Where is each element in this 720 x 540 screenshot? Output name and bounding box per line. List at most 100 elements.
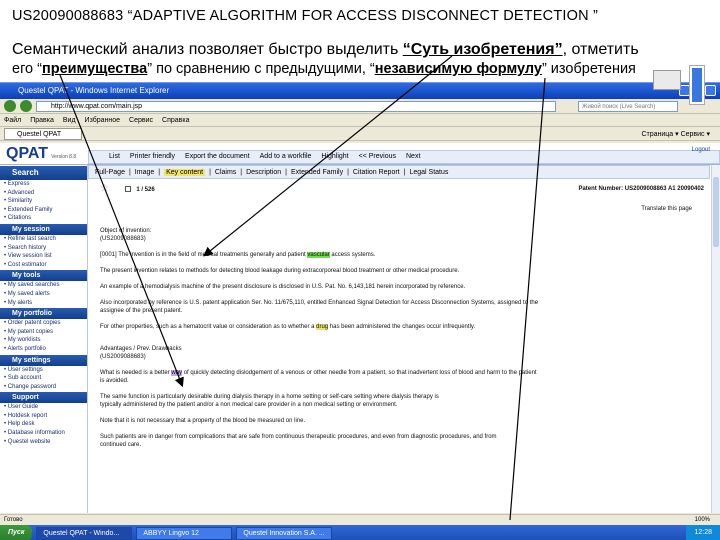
live-search-input[interactable]: Живой поиск (Live Search) [578, 100, 678, 112]
sidebar-item-hotdesk[interactable]: • Hotdesk report [0, 412, 87, 421]
add-to-workfile-button[interactable]: Add to a workfile [260, 153, 312, 160]
sidebar-item-user-settings[interactable]: • User settings [0, 366, 87, 375]
sidebar-section-support[interactable]: Support [0, 392, 87, 404]
sidebar-item-saved-alerts[interactable]: • My saved alerts [0, 290, 87, 299]
paragraph-incorporated: Also incorporated by reference is U.S. p… [100, 300, 539, 306]
view-tab-description[interactable]: Description [246, 169, 281, 176]
vertical-scrollbar[interactable] [711, 165, 720, 513]
menu-help[interactable]: Справка [162, 114, 189, 126]
sidebar-item-worklists[interactable]: • My worklists [0, 336, 87, 345]
taskbar-item-lingvo[interactable]: ABBYY Lingvo 12 [136, 526, 233, 540]
sidebar-item-express[interactable]: • Express [0, 180, 87, 189]
view-tab-legal-status[interactable]: Legal Status [409, 169, 448, 176]
sidebar-item-label: Change password [7, 383, 57, 390]
separator: | [209, 168, 211, 176]
star-icon[interactable]: ☆ [100, 183, 109, 194]
paragraph-patients: Such patients are in danger from complic… [100, 434, 497, 440]
sidebar-item-label: Similarity [7, 198, 33, 205]
caption-text: ” по сравнению с предыдущими, “ [147, 61, 375, 77]
sidebar-section-my-portfolio[interactable]: My portfolio [0, 308, 87, 320]
translate-link[interactable]: Translate this page [641, 205, 692, 213]
close-button[interactable] [705, 85, 716, 96]
object-number: (US2009088683) [100, 236, 146, 242]
sidebar-item-alerts-portfolio[interactable]: • Alerts portfolio [0, 345, 87, 354]
menu-file[interactable]: Файл [4, 114, 21, 126]
view-tab-extended-family[interactable]: Extended Family [291, 169, 343, 176]
list-button[interactable]: List [109, 153, 120, 160]
taskbar-item-qpat[interactable]: Questel QPAT - Windo... [36, 526, 133, 540]
object-text: access systems. [329, 252, 376, 258]
sidebar-item-advanced[interactable]: • Advanced [0, 189, 87, 198]
sidebar-item-citations[interactable]: • Citations [0, 214, 87, 223]
sidebar-item-label: Database information [7, 430, 65, 437]
view-tab-key-content[interactable]: Key content [164, 168, 206, 176]
slide-title: US20090088683 “ADAPTIVE ALGORITHM FOR AC… [12, 8, 599, 24]
separator: | [403, 168, 406, 176]
sidebar-item-cost-estimator[interactable]: • Cost estimator [0, 261, 87, 270]
sidebar-section-my-settings[interactable]: My settings [0, 354, 87, 366]
view-tab-citation-report[interactable]: Citation Report [353, 169, 400, 176]
blue-decoration-box [690, 66, 704, 104]
view-tab-claims[interactable]: Claims [215, 169, 236, 176]
sidebar-item-user-guide[interactable]: • User Guide [0, 403, 87, 412]
sidebar-item-sub-account[interactable]: • Sub account [0, 374, 87, 383]
sidebar-item-refine-search[interactable]: • Refine last search [0, 235, 87, 244]
highlight-button[interactable]: Highlight [321, 153, 348, 160]
tab-questel-qpat[interactable]: Questel QPAT [4, 127, 83, 140]
export-document-button[interactable]: Export the document [185, 153, 250, 160]
menu-edit[interactable]: Правка [30, 114, 54, 126]
sidebar-item-search-history[interactable]: • Search history [0, 244, 87, 253]
sidebar-item-label: Questel website [7, 438, 51, 445]
sidebar-item-database-info[interactable]: • Database information [0, 429, 87, 438]
sidebar-item-similarity[interactable]: • Similarity [0, 197, 87, 206]
menu-bar: Файл Правка Вид Избранное Сервис Справка [0, 114, 720, 127]
sidebar-item-questel-website[interactable]: • Questel website [0, 438, 87, 447]
address-bar[interactable]: http://www.qpat.com/main.jsp [36, 100, 556, 112]
sidebar-item-patent-copies[interactable]: • My patent copies [0, 328, 87, 337]
sidebar-item-label: Help desk [7, 421, 35, 428]
sidebar-section-my-tools[interactable]: My tools [0, 270, 87, 282]
object-heading: Object of invention: [100, 228, 152, 234]
status-bar: Готово 100% [0, 514, 720, 525]
menu-tools[interactable]: Сервис [129, 114, 153, 126]
printer-friendly-button[interactable]: Printer friendly [130, 153, 175, 160]
forward-button[interactable] [20, 100, 32, 112]
sidebar-item-session-list[interactable]: • View session list [0, 252, 87, 261]
caption-text: Семантический анализ позволяет быстро вы… [12, 41, 403, 58]
view-tab-full-page[interactable]: Full-Page [95, 169, 125, 176]
previous-button[interactable]: << Previous [359, 153, 396, 160]
paragraph-note: Note that it is not necessary that a pro… [100, 418, 306, 424]
advantages-number: (US2009088683) [100, 354, 146, 360]
tab-row: Questel QPAT Страница ▾ Сервис ▾ [0, 127, 720, 141]
sidebar-item-extended-family[interactable]: • Extended Family [0, 206, 87, 215]
menu-favorites[interactable]: Избранное [85, 114, 120, 126]
view-tab-image[interactable]: Image [135, 169, 154, 176]
menu-view[interactable]: Вид [63, 114, 76, 126]
sidebar-item-order-copies[interactable]: • Order patent copies [0, 319, 87, 328]
sidebar-section-my-session[interactable]: My session [0, 223, 87, 235]
command-bar[interactable]: Страница ▾ Сервис ▾ [641, 130, 720, 138]
taskbar-item-questel-innovation[interactable]: Questel Innovation S.A. ... [236, 526, 333, 540]
start-button[interactable]: Пуск [0, 525, 33, 540]
sidebar-item-label: My alerts [7, 299, 33, 306]
next-button[interactable]: Next [406, 153, 420, 160]
sidebar-item-label: Express [7, 181, 30, 187]
zoom-level[interactable]: 100% [695, 515, 710, 525]
sidebar-item-label: Refine last search [7, 235, 56, 242]
sidebar-item-saved-searches[interactable]: • My saved searches [0, 281, 87, 290]
sidebar-item-label: View session list [7, 253, 52, 260]
paragraph-methods: The present invention relates to methods… [100, 268, 460, 274]
advantages-heading: Advantages / Prev. Drawbacks [100, 346, 182, 352]
sidebar-section-search[interactable]: Search [0, 166, 87, 180]
caption-highlight-advantages: преимущества [41, 61, 148, 77]
sidebar-item-help-desk[interactable]: • Help desk [0, 420, 87, 429]
select-checkbox[interactable] [124, 186, 131, 193]
logout-link[interactable]: Logout [692, 147, 710, 153]
sidebar-item-change-password[interactable]: • Change password [0, 383, 87, 392]
sidebar-item-label: Sub account [7, 375, 42, 382]
paragraph-patients-cont: continued care. [100, 442, 142, 448]
sidebar-item-label: Extended Family [7, 206, 53, 213]
system-clock: 12:28 [686, 525, 720, 540]
sidebar-item-alerts[interactable]: • My alerts [0, 299, 87, 308]
back-button[interactable] [4, 100, 16, 112]
